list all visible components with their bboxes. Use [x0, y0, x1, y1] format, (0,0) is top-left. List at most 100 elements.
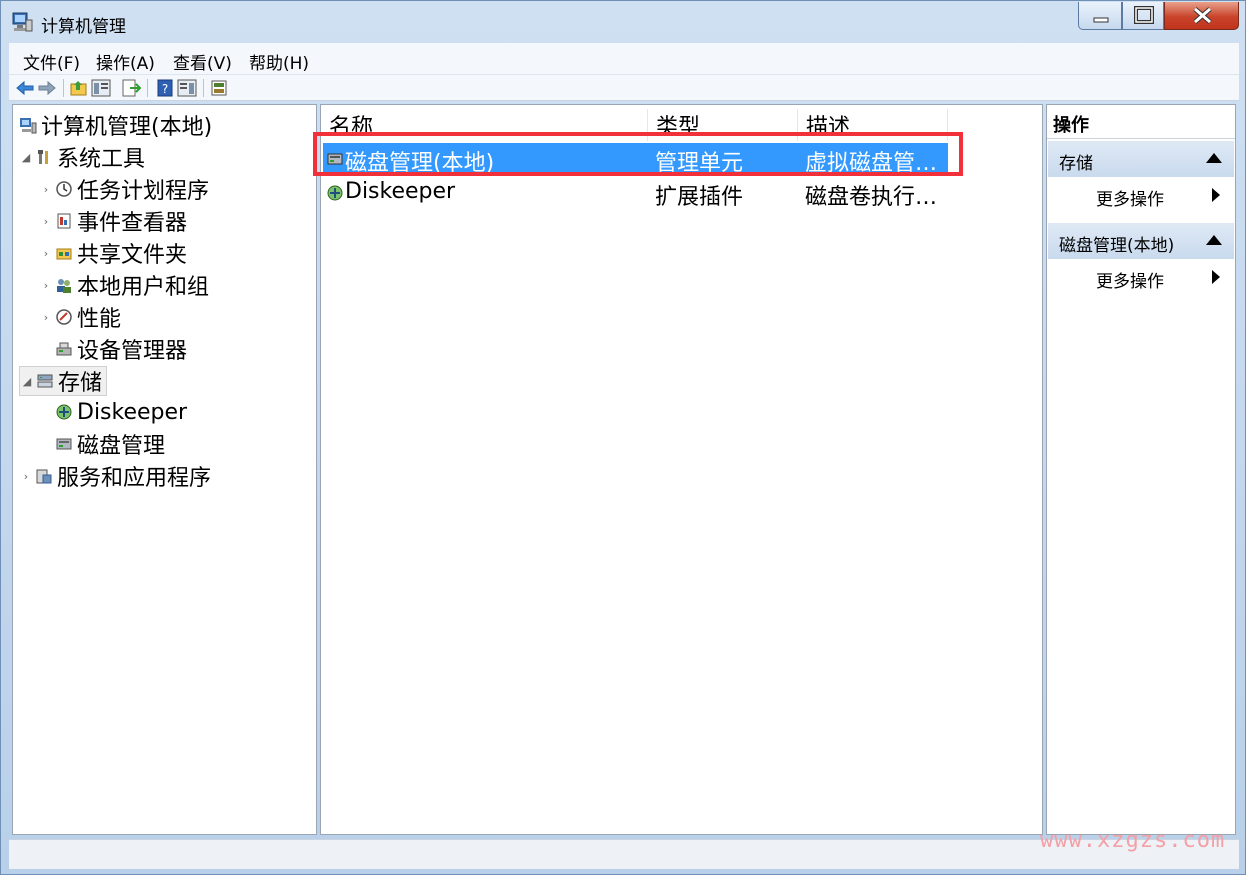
toolbar-separator	[203, 79, 204, 97]
services-icon	[36, 469, 52, 484]
close-button[interactable]	[1164, 2, 1239, 30]
diskeeper-icon	[56, 404, 72, 420]
menu-file[interactable]: 文件(F)	[23, 49, 80, 74]
menu-help[interactable]: 帮助(H)	[249, 49, 309, 74]
tree-label: 计算机管理(本地)	[41, 115, 213, 140]
cell-description: 磁盘卷执行…	[805, 185, 938, 210]
performance-icon	[56, 309, 72, 325]
event-viewer-icon	[57, 213, 71, 229]
tree-item-local-users[interactable]: › 本地用户和组	[39, 270, 209, 300]
action-pane-title: 操作	[1047, 105, 1235, 139]
cell-description: 虚拟磁盘管…	[805, 151, 938, 176]
action-more-actions-disk[interactable]: 更多操作	[1048, 261, 1234, 293]
list-row-diskeeper[interactable]: Diskeeper 扩展插件 磁盘卷执行…	[323, 177, 948, 210]
tree-item-performance[interactable]: › 性能	[39, 302, 121, 332]
toolbar-separator	[63, 79, 64, 97]
show-hide-tree-icon[interactable]	[91, 78, 111, 98]
tree-item-storage[interactable]: ◢ 存储	[19, 366, 108, 396]
tree-item-computer-management[interactable]: 计算机管理(本地)	[17, 110, 212, 140]
action-section-label: 存储	[1059, 154, 1093, 174]
tree-item-task-scheduler[interactable]: › 任务计划程序	[39, 174, 209, 204]
submenu-arrow-icon	[1212, 270, 1220, 284]
action-pane: 操作 存储 更多操作 磁盘管理(本地) 更多操作	[1046, 104, 1236, 835]
menu-view[interactable]: 查看(V)	[173, 49, 232, 74]
disk-management-icon	[56, 438, 72, 450]
column-header-type[interactable]: 类型	[648, 109, 798, 141]
action-more-actions-storage[interactable]: 更多操作	[1048, 179, 1234, 211]
column-header-name[interactable]: 名称	[321, 109, 648, 141]
expand-chevron-icon[interactable]: ›	[19, 470, 33, 483]
action-section-storage[interactable]: 存储	[1048, 141, 1234, 177]
expand-chevron-icon[interactable]: ›	[39, 215, 53, 228]
cell-type: 管理单元	[655, 151, 744, 176]
toolbar-separator	[147, 79, 148, 97]
tree-label: 磁盘管理	[77, 434, 166, 459]
properties-icon[interactable]	[209, 78, 229, 98]
expand-chevron-icon[interactable]: ›	[39, 183, 53, 196]
action-item-label: 更多操作	[1096, 272, 1164, 292]
cell-name: Diskeeper	[345, 179, 456, 204]
collapse-triangle-icon[interactable]: ◢	[20, 375, 34, 388]
svg-text:?: ?	[162, 82, 168, 96]
storage-icon	[37, 374, 53, 388]
expand-chevron-icon[interactable]: ›	[39, 279, 53, 292]
toolbar: ?	[9, 75, 1239, 101]
up-folder-icon[interactable]	[69, 78, 89, 98]
tree-item-event-viewer[interactable]: › 事件查看器	[39, 206, 187, 236]
tree-label: 服务和应用程序	[57, 466, 212, 491]
minimize-icon	[1093, 17, 1109, 23]
list-header: 名称 类型 描述	[321, 105, 1042, 141]
tree-item-disk-management[interactable]: 磁盘管理	[53, 429, 165, 459]
content-list: 名称 类型 描述 磁盘管理(本地) 管理单元 虚拟磁盘管… Diskeeper …	[320, 104, 1043, 835]
tree-label: 事件查看器	[77, 211, 188, 236]
tree-label: 设备管理器	[77, 339, 188, 364]
navigation-tree: 计算机管理(本地) ◢ 系统工具 › 任务计划程序 › 事件查看器 › 共享文件…	[12, 104, 317, 835]
collapse-triangle-icon[interactable]: ◢	[19, 151, 33, 164]
shared-folder-icon	[56, 248, 72, 260]
forward-arrow-icon[interactable]	[37, 78, 57, 98]
cell-name: 磁盘管理(本地)	[345, 151, 495, 176]
back-arrow-icon[interactable]	[15, 78, 35, 98]
clock-icon	[56, 181, 72, 197]
menu-action[interactable]: 操作(A)	[96, 49, 155, 74]
close-icon	[1193, 7, 1212, 24]
computer-management-window: 计算机管理 文件(F) 操作(A) 查看(V) 帮助(H) ? 计算机管理(本地…	[0, 0, 1246, 875]
tree-label: 本地用户和组	[77, 275, 210, 300]
expand-chevron-icon[interactable]: ›	[39, 247, 53, 260]
minimize-button[interactable]	[1078, 2, 1122, 30]
action-section-disk-management[interactable]: 磁盘管理(本地)	[1048, 223, 1234, 259]
collapse-up-icon[interactable]	[1206, 235, 1222, 245]
column-header-description[interactable]: 描述	[798, 109, 948, 141]
menu-bar: 文件(F) 操作(A) 查看(V) 帮助(H)	[9, 43, 1239, 75]
diskeeper-icon	[327, 185, 343, 201]
users-icon	[57, 279, 71, 293]
tree-label: Diskeeper	[77, 399, 188, 425]
tree-item-services-apps[interactable]: › 服务和应用程序	[19, 461, 211, 491]
show-hide-action-pane-icon[interactable]	[177, 78, 197, 98]
window-title: 计算机管理	[41, 17, 126, 37]
collapse-up-icon[interactable]	[1206, 153, 1222, 163]
watermark: www.xzgzs.com	[1040, 828, 1226, 853]
tree-label: 存储	[58, 371, 103, 396]
tree-label: 任务计划程序	[77, 179, 210, 204]
tools-icon	[38, 150, 48, 164]
tree-item-diskeeper[interactable]: Diskeeper	[53, 397, 187, 427]
tree-label: 共享文件夹	[77, 243, 188, 268]
submenu-arrow-icon	[1212, 188, 1220, 202]
help-icon[interactable]: ?	[155, 78, 175, 98]
maximize-button[interactable]	[1122, 2, 1164, 30]
computer-management-icon	[20, 118, 37, 134]
tree-item-shared-folders[interactable]: › 共享文件夹	[39, 238, 187, 268]
cell-type: 扩展插件	[655, 185, 744, 210]
tree-item-device-manager[interactable]: 设备管理器	[53, 334, 187, 364]
export-list-icon[interactable]	[121, 78, 141, 98]
tree-label: 系统工具	[57, 147, 146, 172]
list-row-disk-management[interactable]: 磁盘管理(本地) 管理单元 虚拟磁盘管…	[323, 143, 948, 176]
tree-item-system-tools[interactable]: ◢ 系统工具	[19, 142, 145, 172]
action-section-label: 磁盘管理(本地)	[1059, 236, 1175, 256]
device-manager-icon	[56, 342, 72, 356]
disk-management-icon	[327, 153, 343, 165]
computer-management-icon	[12, 12, 33, 32]
expand-chevron-icon[interactable]: ›	[39, 311, 53, 324]
title-bar[interactable]: 计算机管理	[1, 1, 1245, 43]
